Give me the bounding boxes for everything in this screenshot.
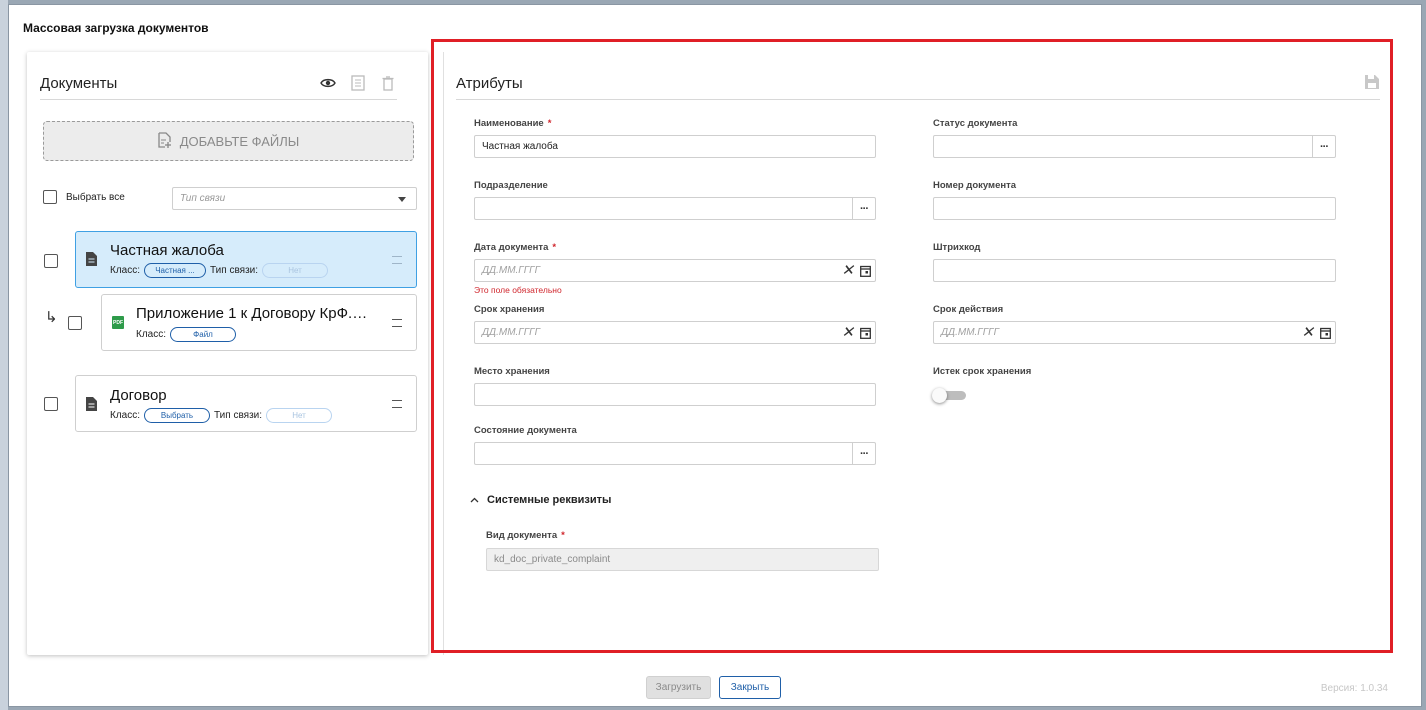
link-type-label: Тип связи: [214,410,263,421]
version-label: Версия: 1.0.34 [1320,683,1388,694]
link-type-label: Тип связи: [210,265,259,276]
doc-date-input[interactable]: ДД.ММ.ГГГГ ✕ [474,259,876,282]
doc-kind-label: Вид документа * [486,530,565,541]
more-options-icon[interactable]: ··· [852,443,875,464]
doc-state-input[interactable]: ··· [474,442,876,465]
validity-label: Срок действия [933,304,1004,315]
documents-panel-header: Документы [40,70,397,100]
storage-period-input[interactable]: ДД.ММ.ГГГГ ✕ [474,321,876,344]
chevron-up-icon [470,497,479,503]
upload-button[interactable]: Загрузить [646,676,711,699]
add-file-icon [158,131,172,151]
save-icon[interactable] [1364,74,1380,95]
storage-period-placeholder: ДД.ММ.ГГГГ [482,327,541,338]
document-icon [86,252,97,271]
document-card-attachment[interactable]: PDF Приложение 1 к Договору КрФ.4... Кла… [101,294,417,351]
document-name: Приложение 1 к Договору КрФ.4... [136,305,371,322]
calendar-icon[interactable] [1320,327,1331,339]
select-all-label: Выбрать все [66,191,125,203]
department-label: Подразделение [474,180,548,191]
system-section-header[interactable]: Системные реквизиты [470,494,611,506]
link-type-pill[interactable]: Нет [266,408,333,423]
calendar-icon[interactable] [860,265,871,277]
document-checkbox[interactable] [44,254,58,268]
system-section-title: Системные реквизиты [487,494,612,506]
drag-handle-icon[interactable] [392,400,402,408]
document-name: Договор [110,387,167,404]
eye-icon[interactable] [319,74,337,92]
class-label: Класс: [136,329,166,340]
department-input[interactable]: ··· [474,197,876,220]
storage-expired-label: Истек срок хранения [933,366,1032,377]
clear-icon[interactable]: ✕ [1301,325,1314,340]
attributes-panel: Атрибуты Наименование * Частная жалоба По… [443,52,1396,655]
class-pill[interactable]: Файл [170,327,236,342]
doc-number-input[interactable] [933,197,1336,220]
documents-panel: Документы ДОБАВЬТЕ ФАЙЛЫ Выбрать все Тип… [27,52,428,655]
drag-handle-icon[interactable] [392,256,402,264]
class-label: Класс: [110,265,140,276]
link-type-select[interactable]: Тип связи [172,187,417,210]
document-list-icon[interactable] [349,74,367,92]
doc-date-error: Это поле обязательно [474,285,562,295]
link-type-placeholder: Тип связи [180,193,226,204]
doc-kind-input: kd_doc_private_complaint [486,548,879,571]
select-all-checkbox[interactable] [43,190,57,204]
storage-place-label: Место хранения [474,366,550,377]
documents-panel-title: Документы [40,75,118,92]
clear-icon[interactable]: ✕ [841,263,854,278]
toggle-knob [932,388,947,403]
clear-icon[interactable]: ✕ [841,325,854,340]
add-files-dropzone[interactable]: ДОБАВЬТЕ ФАЙЛЫ [43,121,414,161]
class-label: Класс: [110,410,140,421]
storage-period-label: Срок хранения [474,304,545,315]
add-files-label: ДОБАВЬТЕ ФАЙЛЫ [179,133,300,149]
more-options-icon[interactable]: ··· [1312,136,1335,157]
calendar-icon[interactable] [860,327,871,339]
storage-place-input[interactable] [474,383,876,406]
validity-placeholder: ДД.ММ.ГГГГ [941,327,1000,338]
document-checkbox[interactable] [68,316,82,330]
drag-handle-icon[interactable] [392,319,402,327]
name-label: Наименование * [474,118,552,129]
pdf-badge: PDF [112,316,124,329]
storage-expired-toggle[interactable] [932,388,966,403]
doc-status-input[interactable]: ··· [933,135,1336,158]
document-name: Частная жалоба [110,242,224,259]
select-all-control[interactable]: Выбрать все [43,190,125,204]
document-checkbox[interactable] [44,397,58,411]
dialog-title: Массовая загрузка документов [23,21,209,35]
doc-status-label: Статус документа [933,118,1018,129]
validity-input[interactable]: ДД.ММ.ГГГГ ✕ [933,321,1336,344]
class-pill[interactable]: Выбрать [144,408,210,423]
more-options-icon[interactable]: ··· [852,198,875,219]
chevron-down-icon [398,197,406,202]
barcode-label: Штрихкод [933,242,981,253]
doc-date-label: Дата документа * [474,242,557,253]
background-window-edge [0,0,8,710]
doc-state-label: Состояние документа [474,425,577,436]
close-button[interactable]: Закрыть [719,676,781,699]
attributes-panel-header: Атрибуты [456,70,1380,100]
trash-icon[interactable] [379,74,397,92]
doc-number-label: Номер документа [933,180,1017,191]
doc-date-placeholder: ДД.ММ.ГГГГ [482,265,541,276]
pdf-file-icon: PDF [112,316,124,329]
child-arrow-icon: ↳ [45,309,58,326]
barcode-input[interactable] [933,259,1336,282]
document-card-private-complaint[interactable]: Частная жалоба Класс: Частная ... Тип св… [75,231,417,288]
document-icon [86,397,97,416]
name-input[interactable]: Частная жалоба [474,135,876,158]
attributes-panel-title: Атрибуты [456,75,523,92]
class-pill[interactable]: Частная ... [144,263,206,278]
document-card-contract[interactable]: Договор Класс: Выбрать Тип связи: Нет [75,375,417,432]
link-type-pill[interactable]: Нет [262,263,329,278]
